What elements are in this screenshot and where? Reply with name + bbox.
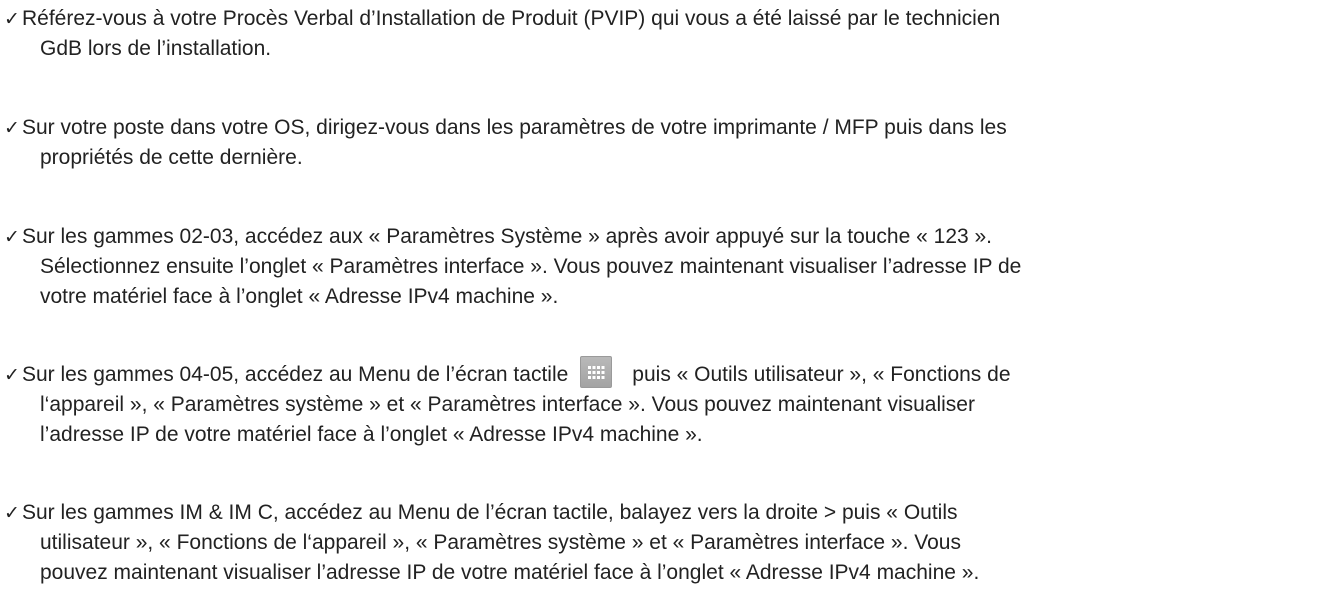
checklist-item-continuation: Sélectionnez ensuite l’onglet « Paramètr… xyxy=(40,255,1022,278)
checklist-item-continuation: l‘appareil », « Paramètres système » et … xyxy=(40,393,975,416)
item-text-after-icon: puis « Outils utilisateur », « Fonctions… xyxy=(632,363,1011,386)
checklist-item-continuation: propriétés de cette dernière. xyxy=(40,146,303,169)
checklist-item-line: ✓Référez-vous à votre Procès Verbal d’In… xyxy=(4,4,1304,34)
checklist-item-pvip: ✓Référez-vous à votre Procès Verbal d’In… xyxy=(4,4,1304,64)
checkmark-icon: ✓ xyxy=(4,8,20,30)
checkmark-icon: ✓ xyxy=(4,226,20,248)
document-page: ✓Référez-vous à votre Procès Verbal d’In… xyxy=(0,0,1322,607)
checkmark-icon: ✓ xyxy=(4,364,20,386)
checklist-item-line: ✓Sur votre poste dans votre OS, dirigez-… xyxy=(4,113,1304,143)
item-text: Référez-vous à votre Procès Verbal d’Ins… xyxy=(22,7,1001,30)
checklist-item-range-im: ✓Sur les gammes IM & IM C, accédez au Me… xyxy=(4,498,1304,588)
checklist-item-range-04-05: ✓Sur les gammes 04-05, accédez au Menu d… xyxy=(4,356,1304,450)
checklist-item-line: ✓Sur les gammes 04-05, accédez au Menu d… xyxy=(4,356,1304,390)
checklist-item-continuation: l’adresse IP de votre matériel face à l’… xyxy=(40,423,703,446)
checkmark-icon: ✓ xyxy=(4,502,20,524)
checklist-item-line: ✓Sur les gammes 02-03, accédez aux « Par… xyxy=(4,222,1304,252)
checklist-item-os-settings: ✓Sur votre poste dans votre OS, dirigez-… xyxy=(4,113,1304,173)
item-text: Sur les gammes IM & IM C, accédez au Men… xyxy=(22,501,958,524)
checklist-item-continuation: GdB lors de l’installation. xyxy=(40,37,272,60)
checklist-item-continuation: votre matériel face à l’onglet « Adresse… xyxy=(40,285,559,308)
item-text-before-icon: Sur les gammes 04-05, accédez au Menu de… xyxy=(22,363,569,386)
item-text: Sur les gammes 02-03, accédez aux « Para… xyxy=(22,225,993,248)
checklist-item-continuation: pouvez maintenant visualiser l’adresse I… xyxy=(40,561,980,584)
checklist-item-continuation: utilisateur », « Fonctions de l‘appareil… xyxy=(40,531,961,554)
touchscreen-menu-grid-icon xyxy=(580,356,613,389)
item-text: Sur votre poste dans votre OS, dirigez-v… xyxy=(22,116,1007,139)
checklist-item-line: ✓Sur les gammes IM & IM C, accédez au Me… xyxy=(4,498,1304,528)
checkmark-icon: ✓ xyxy=(4,117,20,139)
checklist-item-range-02-03: ✓Sur les gammes 02-03, accédez aux « Par… xyxy=(4,222,1304,312)
